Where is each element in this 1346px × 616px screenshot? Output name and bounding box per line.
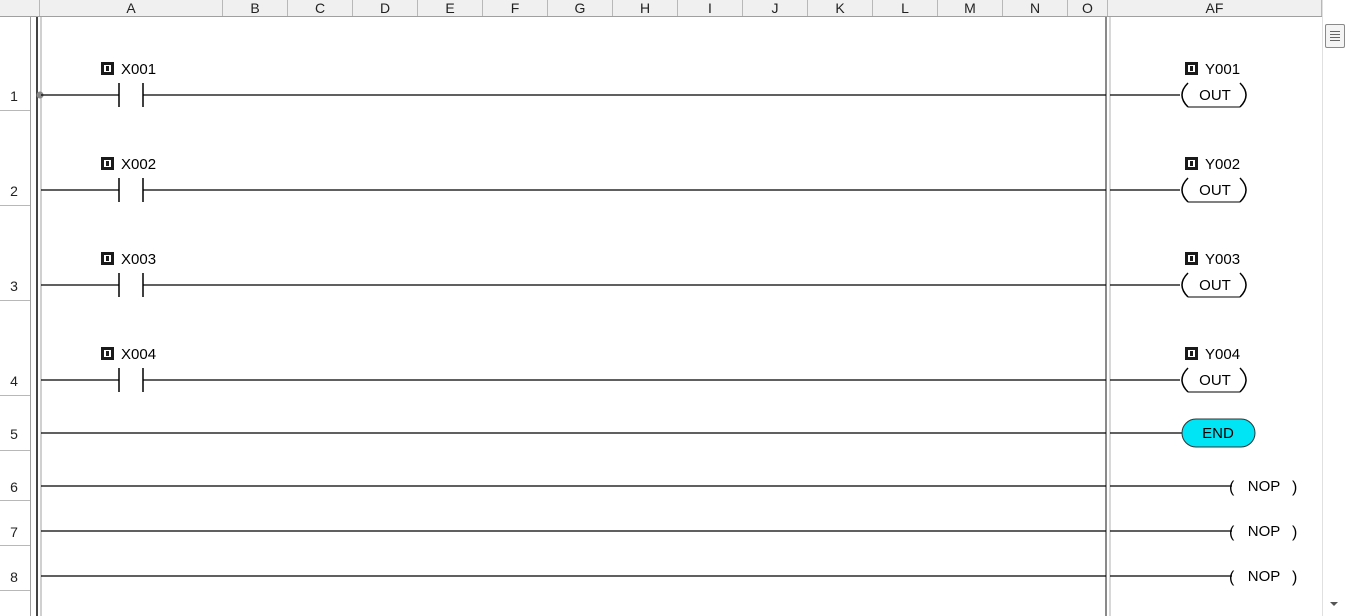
ladder-diagram: X001 Y001 OUT X002 Y002 OUT X003 Y003 OUT X004 Y00… — [36, 17, 1297, 616]
coil-right-paren[interactable] — [1239, 272, 1247, 298]
coil-left-paren[interactable] — [1181, 82, 1189, 108]
coil-instruction: OUT — [1199, 87, 1231, 104]
nop-label: NOP — [1248, 478, 1281, 495]
vertical-scrollbar[interactable] — [1322, 0, 1346, 616]
device-tag-icon-core — [1190, 66, 1193, 71]
coil-left-paren[interactable] — [1181, 177, 1189, 203]
coil-right-paren[interactable] — [1239, 367, 1247, 393]
nop-left-paren: ( — [1229, 524, 1235, 541]
coil-label: Y002 — [1205, 156, 1240, 173]
device-tag-icon-core — [106, 351, 109, 356]
device-tag-icon-core — [1190, 351, 1193, 356]
coil-left-paren[interactable] — [1181, 272, 1189, 298]
contact-label: X004 — [121, 346, 156, 363]
nop-left-paren: ( — [1229, 569, 1235, 586]
contact-label: X003 — [121, 251, 156, 268]
device-tag-icon-core — [106, 256, 109, 261]
contact-label: X002 — [121, 156, 156, 173]
coil-label: Y004 — [1205, 346, 1240, 363]
coil-left-paren[interactable] — [1181, 367, 1189, 393]
end-label: END — [1202, 425, 1234, 442]
coil-label: Y001 — [1205, 61, 1240, 78]
nop-right-paren: ) — [1292, 479, 1297, 496]
nop-right-paren: ) — [1292, 524, 1297, 541]
coil-right-paren[interactable] — [1239, 82, 1247, 108]
triangle-down-icon[interactable] — [1330, 602, 1338, 606]
device-tag-icon-core — [1190, 256, 1193, 261]
coil-label: Y003 — [1205, 251, 1240, 268]
nop-right-paren: ) — [1292, 569, 1297, 586]
nop-label: NOP — [1248, 568, 1281, 585]
coil-instruction: OUT — [1199, 182, 1231, 199]
scroll-thumb-grip-icon[interactable] — [1325, 24, 1345, 48]
nop-label: NOP — [1248, 523, 1281, 540]
device-tag-icon-core — [106, 161, 109, 166]
device-tag-icon-core — [1190, 161, 1193, 166]
coil-instruction: OUT — [1199, 372, 1231, 389]
contact-label: X001 — [121, 61, 156, 78]
nop-left-paren: ( — [1229, 479, 1235, 496]
coil-instruction: OUT — [1199, 277, 1231, 294]
device-tag-icon-core — [106, 66, 109, 71]
coil-right-paren[interactable] — [1239, 177, 1247, 203]
